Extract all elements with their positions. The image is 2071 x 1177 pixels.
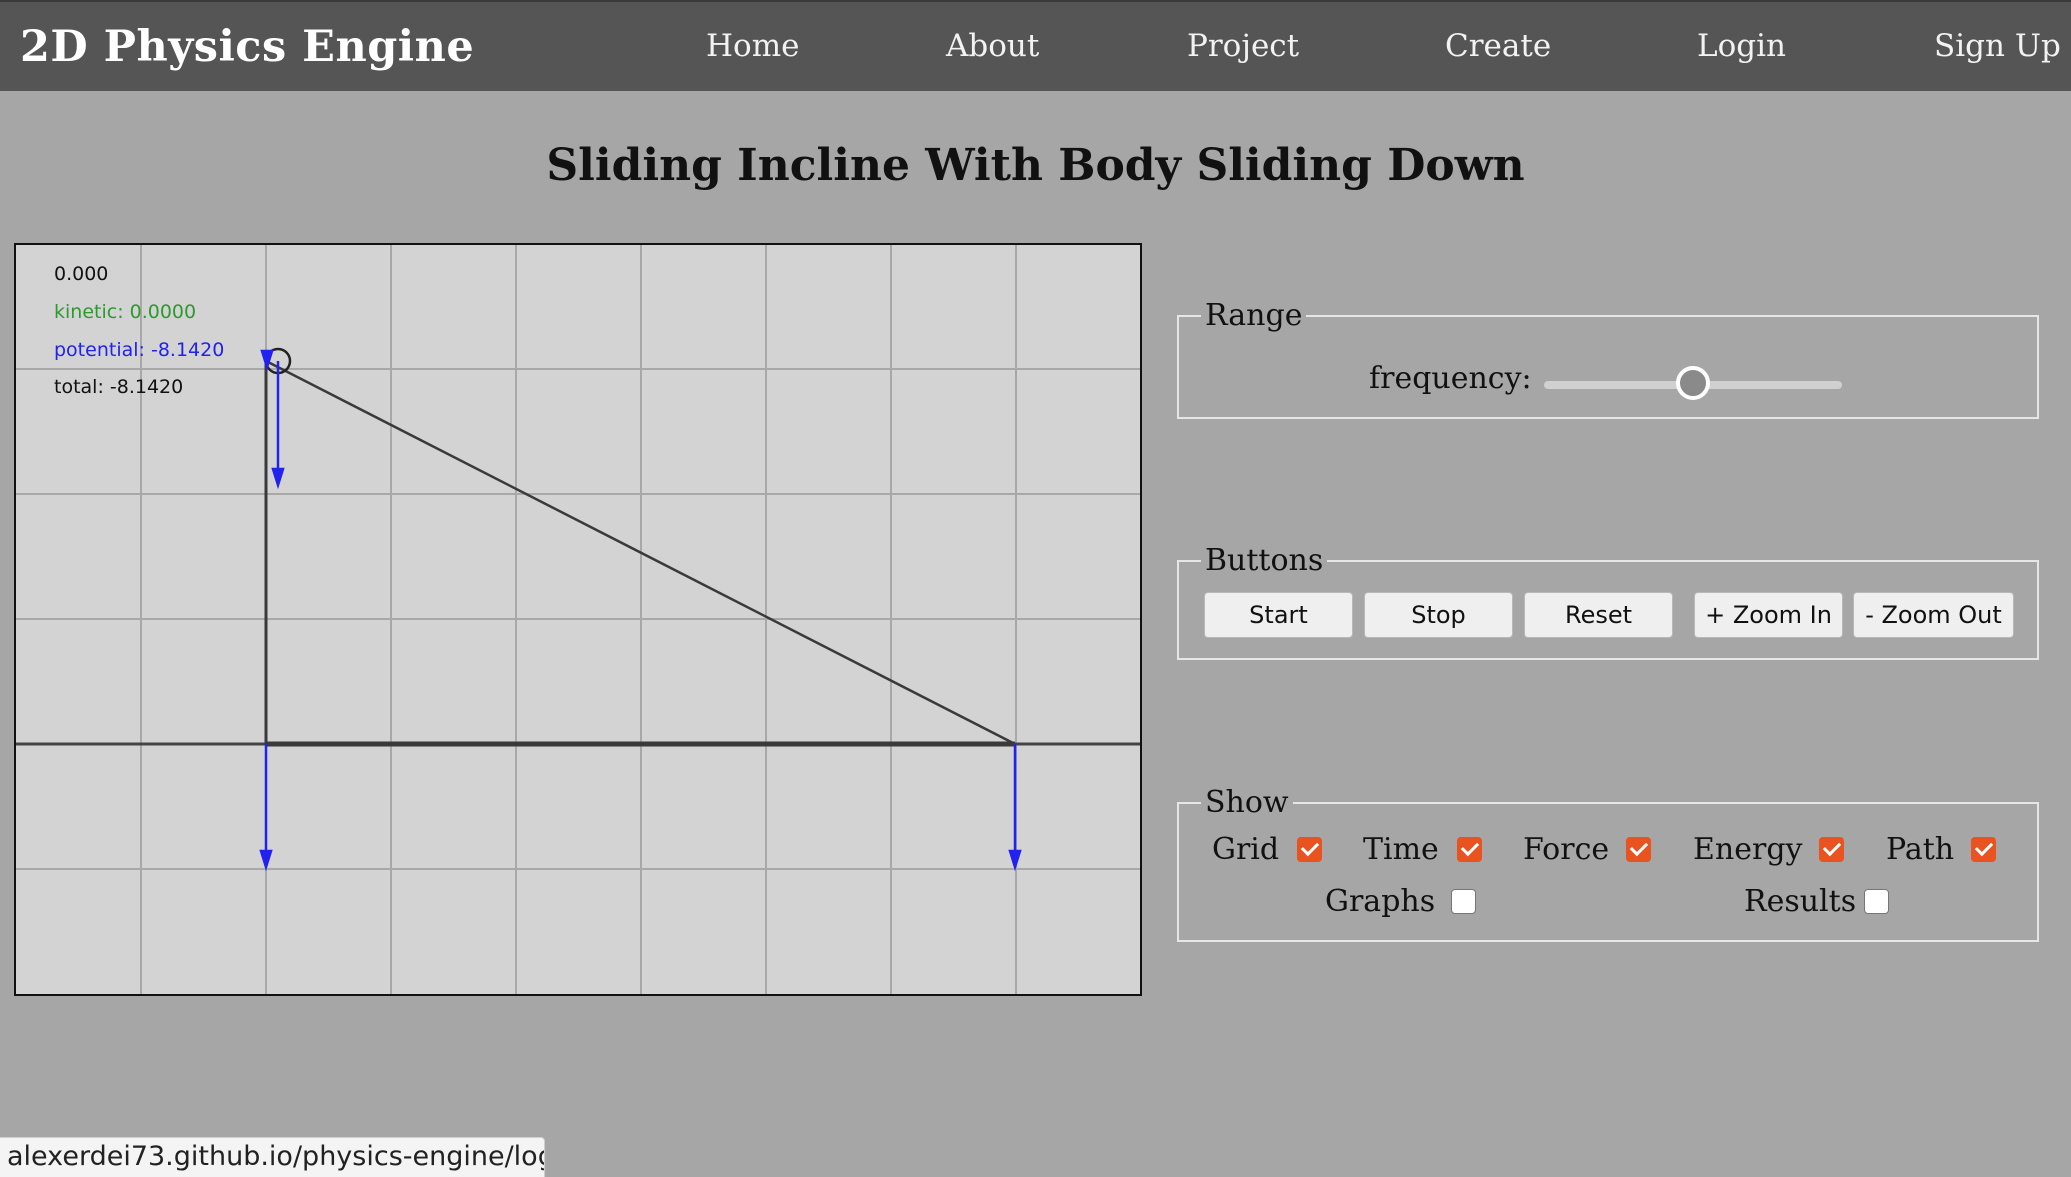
zoom-in-button[interactable]: + Zoom In <box>1694 592 1843 638</box>
results-checkbox[interactable] <box>1864 889 1889 914</box>
nav-link-login[interactable]: Login <box>1697 28 1786 64</box>
nav-link-home[interactable]: Home <box>706 28 799 64</box>
reset-button[interactable]: Reset <box>1524 592 1673 638</box>
energy-option-label: Energy <box>1693 832 1803 867</box>
kinetic-energy-readout: kinetic: 0.0000 <box>54 301 197 323</box>
total-energy-readout: total: -8.1420 <box>54 376 184 398</box>
frequency-label: frequency: <box>1369 361 1532 396</box>
nav-link-about[interactable]: About <box>946 28 1039 64</box>
show-panel: Show Grid Time Force Energy Path Graphs … <box>1177 785 2039 942</box>
time-option-label: Time <box>1363 832 1439 867</box>
simulation-canvas[interactable]: 0.000 kinetic: 0.0000 potential: -8.1420… <box>14 243 1142 996</box>
energy-checkbox[interactable] <box>1819 837 1844 862</box>
force-checkbox[interactable] <box>1626 837 1651 862</box>
brand-title[interactable]: 2D Physics Engine <box>20 22 474 72</box>
nav-link-create[interactable]: Create <box>1445 28 1551 64</box>
time-readout: 0.000 <box>54 263 109 285</box>
force-option-label: Force <box>1523 832 1610 867</box>
buttons-panel: Buttons Start Stop Reset + Zoom In - Zoo… <box>1177 543 2039 660</box>
graphs-checkbox[interactable] <box>1451 889 1476 914</box>
path-option-label: Path <box>1886 832 1955 867</box>
range-legend: Range <box>1205 298 1303 333</box>
page-title: Sliding Incline With Body Sliding Down <box>546 140 1525 191</box>
results-option-label: Results <box>1744 884 1857 919</box>
nav-link-sign-up[interactable]: Sign Up <box>1934 28 2061 64</box>
grid-option-label: Grid <box>1212 832 1280 867</box>
start-button[interactable]: Start <box>1204 592 1353 638</box>
buttons-legend: Buttons <box>1205 543 1324 578</box>
nav-link-project[interactable]: Project <box>1187 28 1299 64</box>
path-checkbox[interactable] <box>1971 837 1996 862</box>
link-status-bar: alexerdei73.github.io/physics-engine/log… <box>0 1137 545 1177</box>
graphs-option-label: Graphs <box>1325 884 1436 919</box>
top-navbar: 2D Physics Engine Home About Project Cre… <box>0 0 2071 91</box>
range-panel: Range frequency: <box>1177 298 2039 419</box>
potential-energy-readout: potential: -8.1420 <box>54 339 225 361</box>
show-legend: Show <box>1205 785 1289 820</box>
frequency-slider[interactable] <box>1544 366 1842 400</box>
time-checkbox[interactable] <box>1457 837 1482 862</box>
zoom-out-button[interactable]: - Zoom Out <box>1853 592 2014 638</box>
grid-checkbox[interactable] <box>1297 837 1322 862</box>
stop-button[interactable]: Stop <box>1364 592 1513 638</box>
frequency-slider-thumb[interactable] <box>1676 366 1710 400</box>
